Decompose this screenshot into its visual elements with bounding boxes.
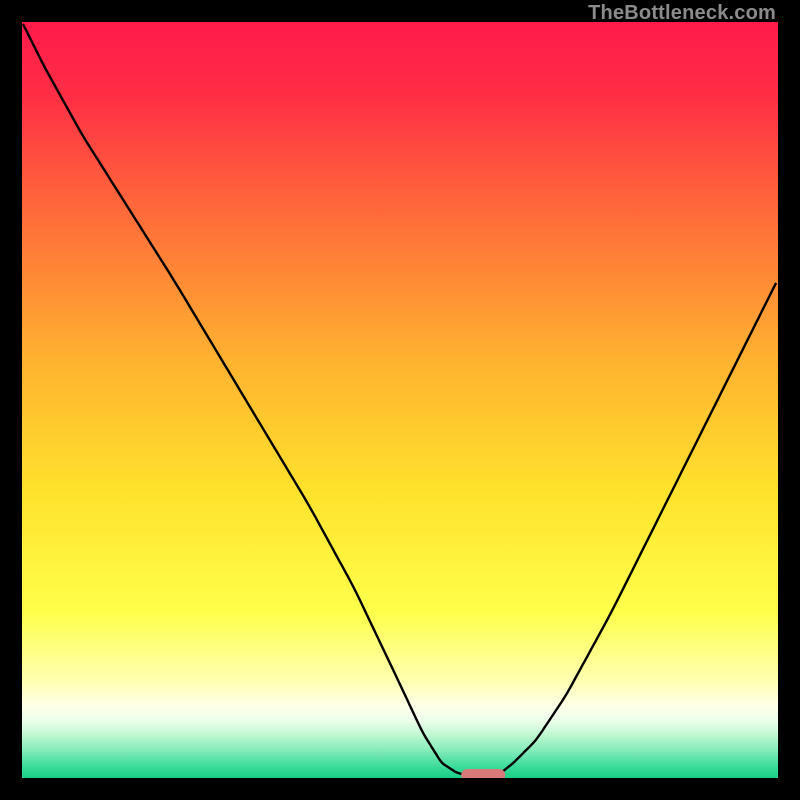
bottleneck-chart bbox=[22, 22, 778, 778]
gradient-background bbox=[22, 22, 778, 778]
plot-area bbox=[22, 22, 778, 778]
optimal-point-marker bbox=[461, 769, 505, 778]
chart-frame: TheBottleneck.com bbox=[0, 0, 800, 800]
